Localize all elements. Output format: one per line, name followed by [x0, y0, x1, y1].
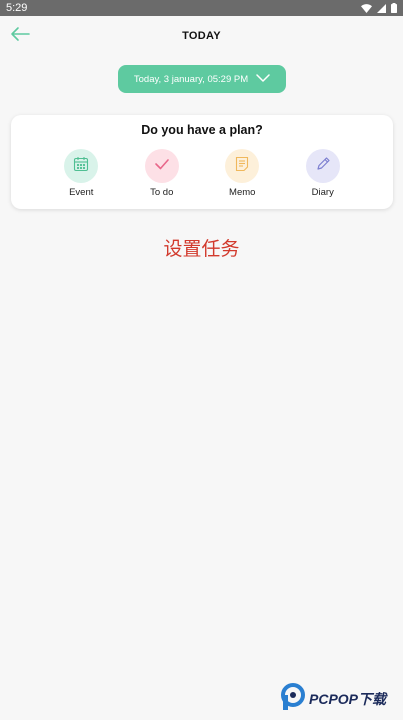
plan-option-label: To do [150, 187, 174, 198]
plan-option-diary[interactable]: Diary [293, 149, 353, 198]
back-button[interactable] [8, 24, 32, 48]
event-icon-circle [64, 149, 99, 183]
wifi-icon [361, 3, 372, 13]
plan-card: Do you have a plan? Event To do Memo Dia… [11, 115, 393, 209]
plan-option-event[interactable]: Event [51, 149, 111, 198]
note-icon [234, 156, 250, 177]
caption-text: 设置任务 [163, 239, 240, 260]
plan-option-memo[interactable]: Memo [212, 149, 272, 198]
todo-icon-circle [144, 149, 179, 183]
battery-icon [391, 3, 397, 13]
plan-option-label: Memo [229, 187, 256, 198]
checkmark-icon [154, 157, 170, 176]
plan-option-todo[interactable]: To do [132, 149, 192, 198]
plan-option-label: Event [69, 187, 94, 198]
plan-card-title: Do you have a plan? [141, 123, 263, 137]
diary-icon-circle [305, 149, 340, 183]
app-header: TODAY [0, 16, 403, 56]
date-selector[interactable]: Today, 3 january, 05:29 PM [118, 65, 286, 93]
pencil-icon [315, 156, 331, 177]
memo-icon-circle [225, 149, 260, 183]
status-icons [361, 3, 397, 13]
calendar-icon [73, 156, 89, 177]
plan-option-label: Diary [311, 187, 334, 198]
status-time: 5:29 [6, 2, 28, 14]
watermark: PCPOP下载 [280, 682, 400, 716]
date-selector-label: Today, 3 january, 05:29 PM [133, 73, 249, 85]
chevron-down-icon [256, 73, 270, 85]
status-bar: 5:29 [0, 0, 403, 16]
page-title: TODAY [182, 30, 221, 42]
watermark-text: PCPOP下载 [309, 690, 387, 707]
signal-icon [377, 3, 386, 13]
pcpop-logo-icon [280, 682, 306, 716]
arrow-left-icon [10, 26, 30, 47]
plan-options: Event To do Memo Diary [11, 149, 393, 198]
